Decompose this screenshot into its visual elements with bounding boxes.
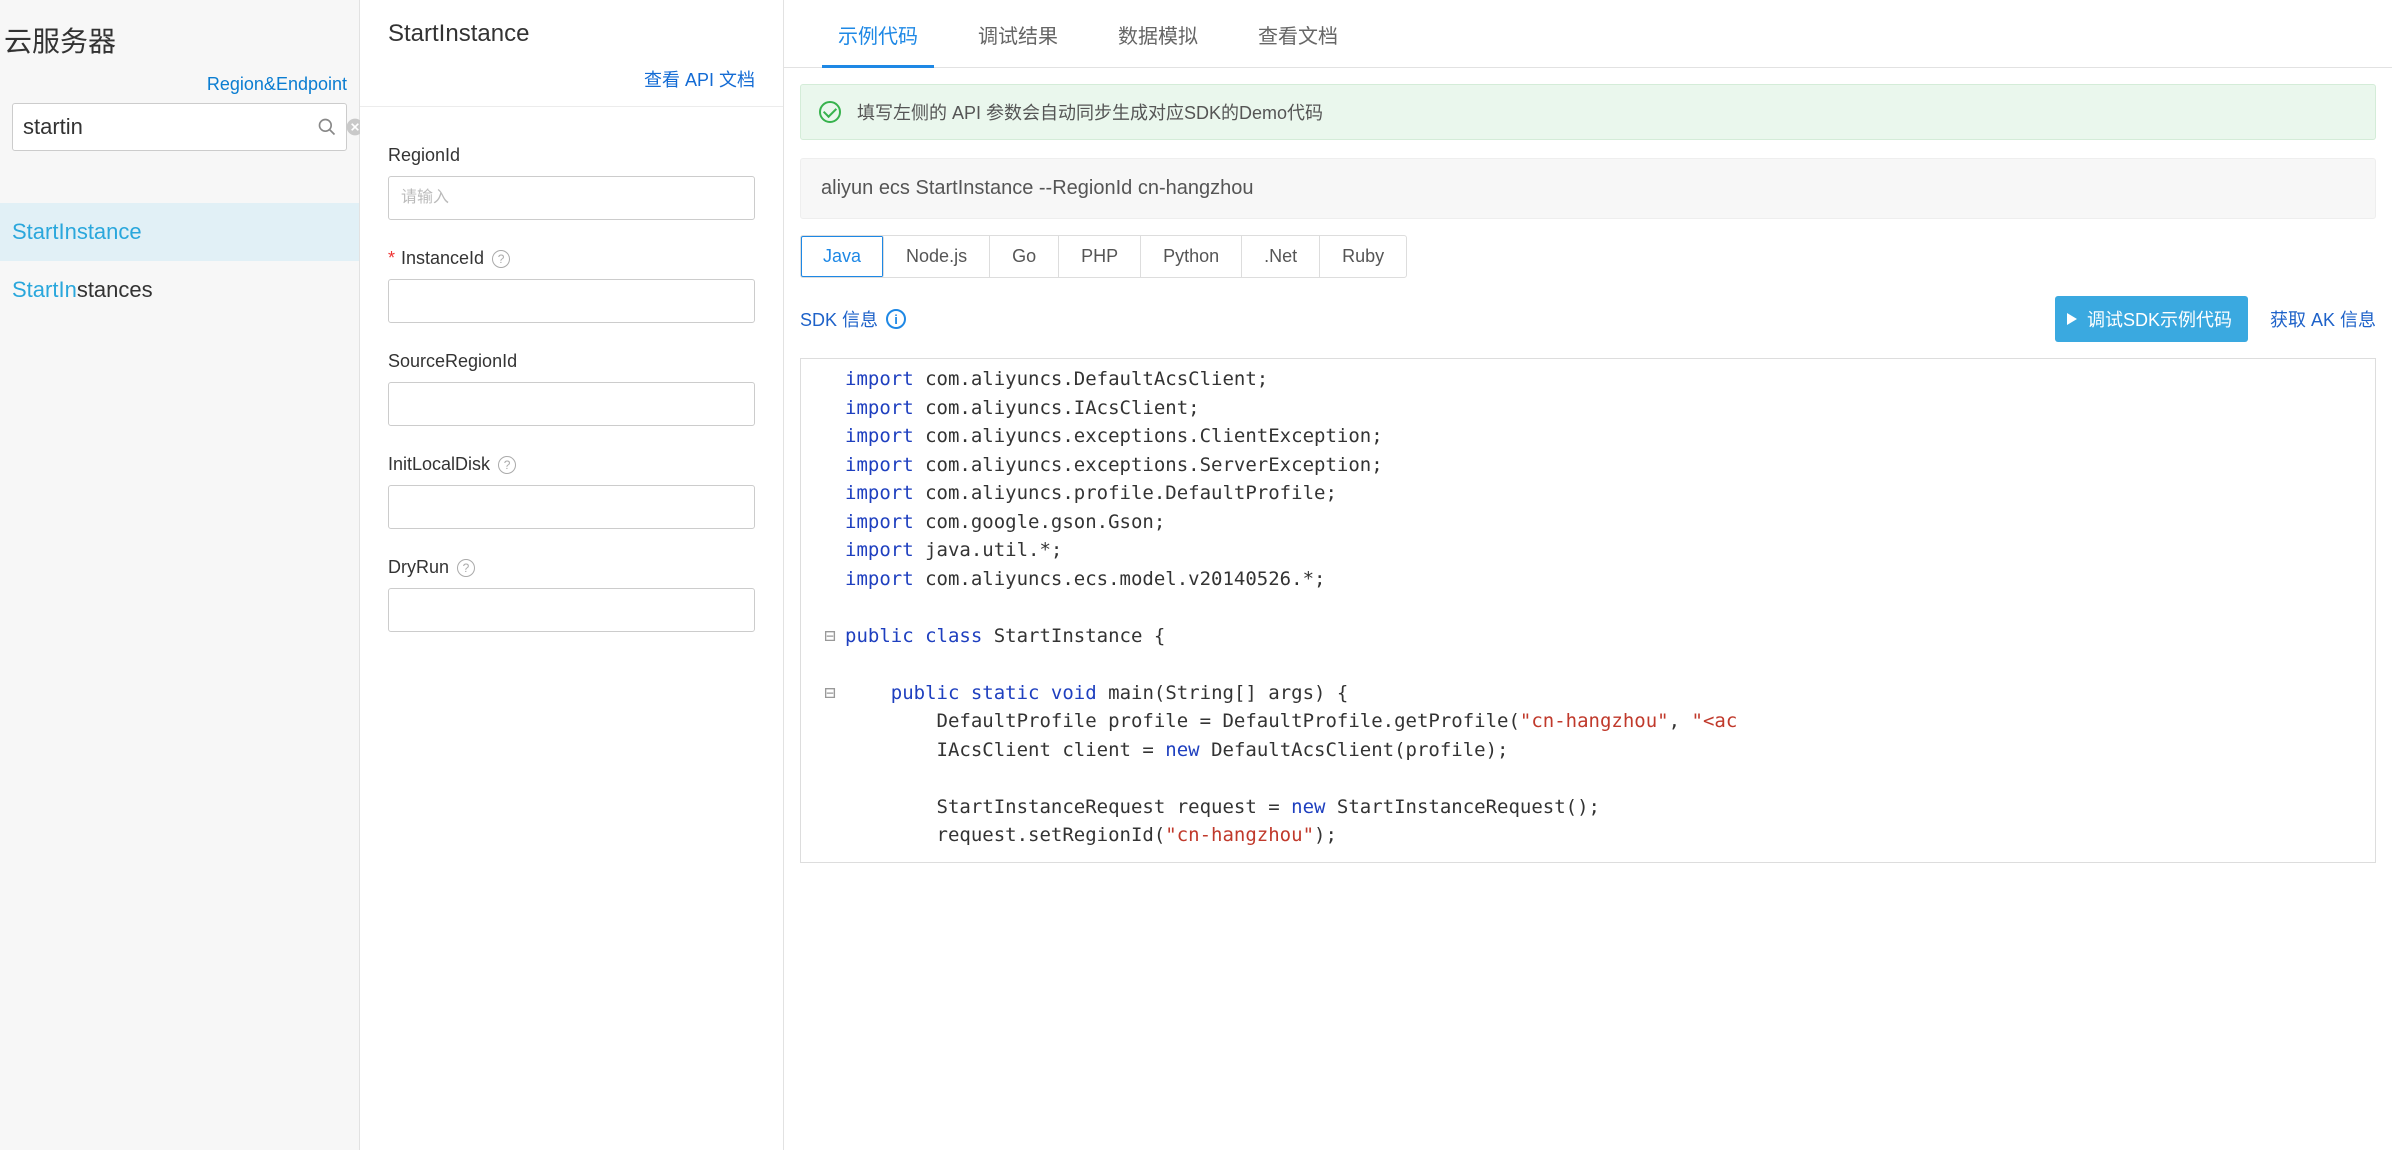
sdk-right: 调试SDK示例代码 获取 AK 信息: [2055, 296, 2376, 342]
form-label: InitLocalDisk?: [388, 454, 755, 475]
form-group-sourceregionid: SourceRegionId: [388, 351, 755, 426]
form-group-regionid: RegionId: [388, 145, 755, 220]
form-input-wrap: [388, 176, 755, 220]
api-list-item[interactable]: StartInstance: [0, 203, 359, 261]
sdk-row: SDK 信息 i 调试SDK示例代码 获取 AK 信息: [800, 296, 2376, 342]
form-group-instanceid: * InstanceId?: [388, 248, 755, 323]
right-panel: 示例代码调试结果数据模拟查看文档 填写左侧的 API 参数会自动同步生成对应SD…: [784, 0, 2392, 1150]
form-input-wrap: [388, 485, 755, 529]
search-input[interactable]: [23, 114, 311, 140]
lang-tab-python[interactable]: Python: [1141, 236, 1242, 277]
form-group-dryrun: DryRun?: [388, 557, 755, 632]
form-label: SourceRegionId: [388, 351, 755, 372]
form-label-text: InstanceId: [401, 248, 484, 269]
code-area: import com.aliyuncs.DefaultAcsClient;imp…: [800, 358, 2376, 863]
lang-tabs: JavaNode.jsGoPHPPython.NetRuby: [800, 235, 1407, 278]
required-asterisk: *: [388, 248, 395, 269]
sidebar-top: Region&Endpoint: [0, 70, 359, 99]
play-icon: [2067, 313, 2077, 325]
sdk-info-link[interactable]: SDK 信息 i: [800, 306, 906, 332]
input-instanceid[interactable]: [388, 279, 755, 323]
search-box: [12, 103, 347, 151]
api-list-item[interactable]: StartInstances: [0, 261, 359, 319]
search-wrap: [0, 99, 359, 163]
form-label-text: DryRun: [388, 557, 449, 578]
info-banner: 填写左侧的 API 参数会自动同步生成对应SDK的Demo代码: [800, 84, 2376, 140]
form-label: RegionId: [388, 145, 755, 166]
success-icon: [819, 101, 841, 123]
run-button-label: 调试SDK示例代码: [2087, 306, 2232, 332]
lang-tab-php[interactable]: PHP: [1059, 236, 1141, 277]
cli-command-box[interactable]: aliyun ecs StartInstance --RegionId cn-h…: [800, 158, 2376, 219]
lang-tab-ruby[interactable]: Ruby: [1320, 236, 1406, 277]
api-name-title: StartInstance: [388, 20, 755, 48]
info-banner-text: 填写左侧的 API 参数会自动同步生成对应SDK的Demo代码: [857, 99, 1323, 125]
tab-debug[interactable]: 调试结果: [948, 0, 1088, 67]
help-icon[interactable]: ?: [457, 559, 475, 577]
right-body: 填写左侧的 API 参数会自动同步生成对应SDK的Demo代码 aliyun e…: [784, 68, 2392, 1150]
input-regionid[interactable]: [388, 176, 755, 220]
lang-tab-go[interactable]: Go: [990, 236, 1059, 277]
lang-tab-dotnet[interactable]: .Net: [1242, 236, 1320, 277]
tab-mock[interactable]: 数据模拟: [1088, 0, 1228, 67]
input-initlocaldisk[interactable]: [388, 485, 755, 529]
lang-tab-nodejs[interactable]: Node.js: [884, 236, 990, 277]
form-input-wrap: [388, 279, 755, 323]
params-body: RegionId * InstanceId? SourceRegionId InitLo…: [360, 107, 783, 660]
tab-sample[interactable]: 示例代码: [808, 0, 948, 67]
get-ak-link[interactable]: 获取 AK 信息: [2270, 306, 2376, 332]
sidebar-title: 云服务器: [0, 0, 359, 70]
form-label-text: SourceRegionId: [388, 351, 517, 372]
form-label-text: InitLocalDisk: [388, 454, 490, 475]
view-api-doc-link[interactable]: 查看 API 文档: [388, 66, 755, 92]
sdk-info-label: SDK 信息: [800, 306, 878, 332]
form-label-text: RegionId: [388, 145, 460, 166]
params-panel: StartInstance 查看 API 文档 RegionId * Instanc…: [360, 0, 784, 1150]
form-label: * InstanceId?: [388, 248, 755, 269]
code-block[interactable]: import com.aliyuncs.DefaultAcsClient;imp…: [801, 359, 2375, 862]
input-sourceregionid[interactable]: [388, 382, 755, 426]
search-icon[interactable]: [317, 117, 337, 137]
form-group-initlocaldisk: InitLocalDisk?: [388, 454, 755, 529]
help-icon[interactable]: ?: [498, 456, 516, 474]
form-input-wrap: [388, 382, 755, 426]
api-list: StartInstanceStartInstances: [0, 203, 359, 319]
region-endpoint-link[interactable]: Region&Endpoint: [207, 74, 347, 95]
input-dryrun[interactable]: [388, 588, 755, 632]
lang-tab-java[interactable]: Java: [801, 236, 884, 277]
params-head: StartInstance 查看 API 文档: [360, 0, 783, 107]
form-label: DryRun?: [388, 557, 755, 578]
help-icon[interactable]: ?: [492, 250, 510, 268]
info-icon: i: [886, 309, 906, 329]
form-input-wrap: [388, 588, 755, 632]
sidebar: 云服务器 Region&Endpoint StartInstanceStartI…: [0, 0, 360, 1150]
right-tabs: 示例代码调试结果数据模拟查看文档: [784, 0, 2392, 68]
tab-docs[interactable]: 查看文档: [1228, 0, 1368, 67]
run-sdk-demo-button[interactable]: 调试SDK示例代码: [2055, 296, 2248, 342]
